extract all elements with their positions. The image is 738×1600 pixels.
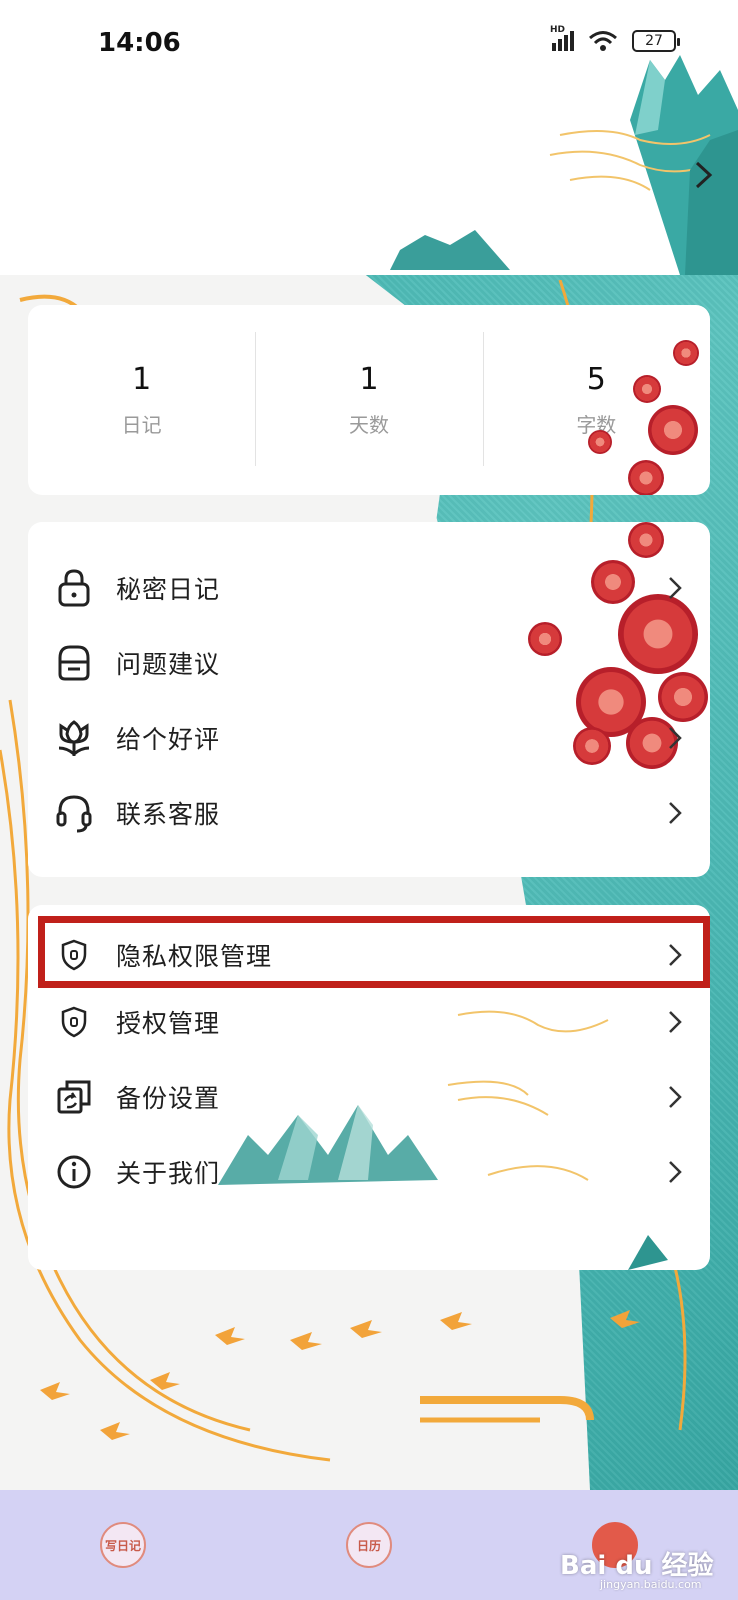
menu-item-secret-diary[interactable]: 秘密日记 bbox=[28, 550, 710, 625]
network-type-label: HD bbox=[550, 25, 566, 35]
plum-blossom-decoration bbox=[648, 405, 698, 455]
chevron-right-icon bbox=[669, 1161, 682, 1183]
stat-value: 1 bbox=[359, 362, 379, 397]
menu-item-privacy-permission[interactable]: 隐私权限管理 bbox=[28, 917, 710, 992]
nav-label: 日历 bbox=[356, 1538, 381, 1553]
plum-blossom-decoration bbox=[628, 460, 664, 495]
stat-value: 5 bbox=[586, 362, 606, 397]
plum-blossom-decoration bbox=[673, 340, 699, 366]
menu-item-label: 给个好评 bbox=[116, 724, 221, 754]
battery-icon: 27 bbox=[632, 30, 680, 52]
menu-item-label: 秘密日记 bbox=[116, 574, 221, 604]
info-icon bbox=[54, 1152, 94, 1192]
stat-value: 1 bbox=[132, 362, 152, 397]
headset-icon bbox=[54, 793, 94, 833]
status-time: 14:06 bbox=[98, 28, 181, 58]
flower-icon bbox=[54, 718, 94, 758]
menu-item-rate-app[interactable]: 给个好评 bbox=[28, 700, 710, 775]
status-bar: 14:06 HD 27 bbox=[0, 0, 738, 88]
menu-card-settings: 隐私权限管理 授权管理 备份设置 关于我们 bbox=[28, 905, 710, 1270]
chevron-right-icon bbox=[669, 577, 682, 599]
menu-item-label: 关于我们 bbox=[116, 1158, 221, 1188]
watermark-url: jingyan.baidu.com bbox=[600, 1578, 702, 1591]
menu-item-label: 隐私权限管理 bbox=[116, 941, 273, 971]
stat-diary-count[interactable]: 1 日记 bbox=[28, 362, 255, 438]
lock-icon bbox=[54, 568, 94, 608]
shield-icon bbox=[54, 1002, 94, 1042]
stats-card: 1 日记 1 天数 5 字数 bbox=[28, 305, 710, 495]
stat-label: 天数 bbox=[348, 413, 389, 437]
chevron-right-icon bbox=[669, 727, 682, 749]
menu-card-primary: 秘密日记 问题建议 给个好评 联系客服 bbox=[28, 522, 710, 877]
chevron-right-icon bbox=[669, 1086, 682, 1108]
menu-item-label: 问题建议 bbox=[116, 649, 221, 679]
menu-item-feedback[interactable]: 问题建议 bbox=[28, 625, 710, 700]
shield-icon bbox=[54, 935, 94, 975]
menu-item-customer-service[interactable]: 联系客服 bbox=[28, 775, 710, 850]
sync-icon bbox=[54, 1077, 94, 1117]
profile-chevron-icon[interactable] bbox=[692, 158, 716, 192]
menu-item-about-us[interactable]: 关于我们 bbox=[28, 1134, 710, 1209]
chevron-right-icon bbox=[669, 944, 682, 966]
menu-item-backup-settings[interactable]: 备份设置 bbox=[28, 1059, 710, 1134]
feedback-box-icon bbox=[54, 643, 94, 683]
stat-day-count[interactable]: 1 天数 bbox=[255, 332, 482, 466]
plum-blossom-decoration bbox=[633, 375, 661, 403]
menu-item-label: 备份设置 bbox=[116, 1083, 221, 1113]
watermark-brand: Bai du 经验 bbox=[560, 1551, 714, 1581]
stat-label: 日记 bbox=[121, 413, 162, 437]
status-icons: HD 27 bbox=[550, 25, 680, 52]
plum-blossom-decoration bbox=[588, 430, 612, 454]
chevron-right-icon bbox=[669, 802, 682, 824]
wifi-icon bbox=[589, 31, 617, 51]
nav-label: 写日记 bbox=[104, 1538, 141, 1553]
menu-item-authorization[interactable]: 授权管理 bbox=[28, 984, 710, 1059]
cellular-signal-icon: HD bbox=[550, 25, 574, 51]
nav-calendar-button[interactable]: 日历 bbox=[346, 1522, 392, 1568]
menu-item-label: 联系客服 bbox=[116, 799, 221, 829]
menu-item-label: 授权管理 bbox=[116, 1008, 221, 1038]
chevron-right-icon bbox=[669, 1011, 682, 1033]
nav-write-diary-button[interactable]: 写日记 bbox=[100, 1522, 146, 1568]
